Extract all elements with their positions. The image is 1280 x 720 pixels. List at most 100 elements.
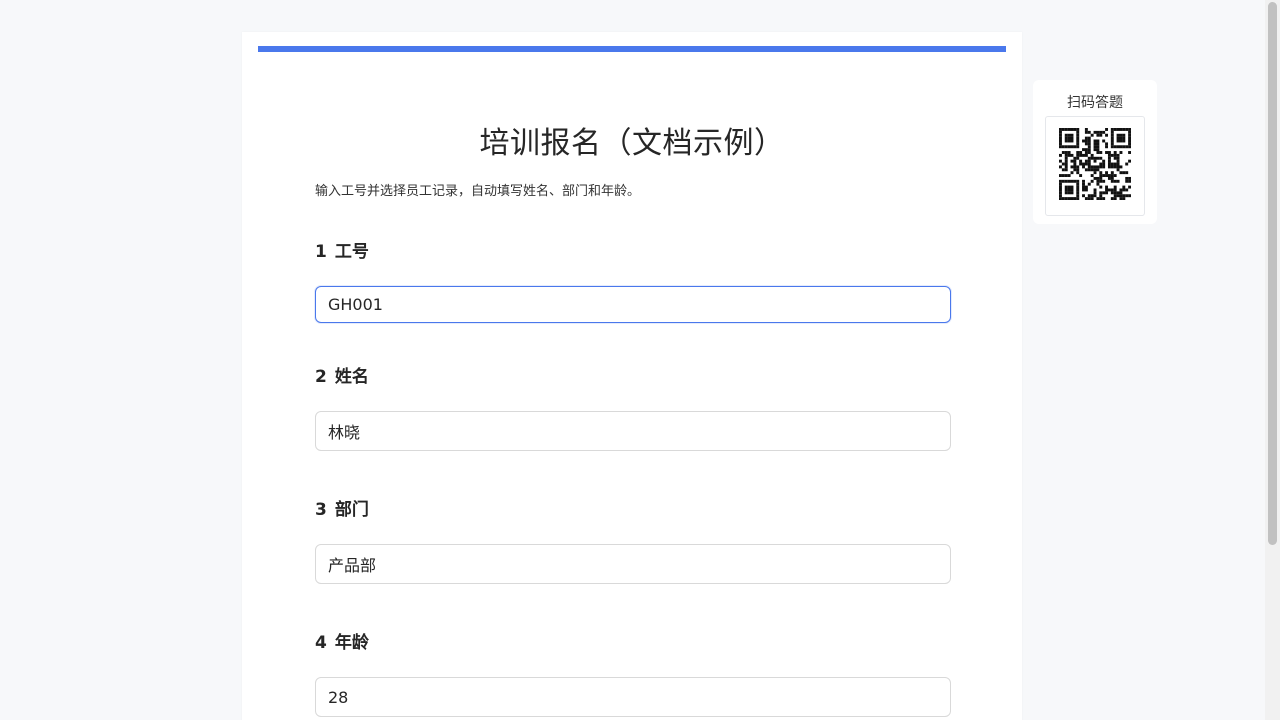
question-name: 2 姓名 — [315, 365, 951, 451]
qr-module — [1076, 128, 1080, 131]
qr-module — [1099, 165, 1103, 169]
qr-code-frame[interactable] — [1045, 116, 1145, 216]
qr-module — [1113, 179, 1117, 183]
qr-module — [1059, 194, 1062, 198]
question-number: 2 — [315, 367, 327, 387]
qr-module — [1067, 188, 1071, 192]
employee-id-input[interactable] — [315, 286, 951, 323]
qr-module — [1079, 162, 1083, 166]
qr-module — [1110, 162, 1114, 166]
page-viewport: 培训报名（文档示例） 输入工号并选择员工记录，自动填写姓名、部门和年龄。 1 工… — [0, 0, 1280, 720]
qr-module — [1064, 179, 1068, 183]
qr-module — [1119, 139, 1123, 143]
qr-module — [1102, 197, 1106, 200]
qr-module — [1116, 165, 1120, 169]
qr-module — [1105, 145, 1109, 149]
qr-module — [1070, 133, 1074, 137]
qr-module — [1113, 174, 1117, 178]
form-card: 培训报名（文档示例） 输入工号并选择员工记录，自动填写姓名、部门和年龄。 1 工… — [242, 32, 1022, 720]
qr-module — [1116, 139, 1120, 143]
qr-module — [1087, 136, 1091, 140]
age-input[interactable] — [315, 677, 951, 717]
qr-module — [1073, 159, 1077, 163]
qr-module — [1128, 159, 1131, 163]
qr-module — [1073, 168, 1077, 172]
qr-module — [1099, 174, 1103, 178]
qr-module — [1116, 162, 1120, 166]
qr-module — [1125, 128, 1129, 131]
qr-module — [1082, 139, 1085, 143]
qr-module — [1087, 168, 1091, 172]
scrollbar-thumb[interactable] — [1268, 2, 1277, 545]
qr-module — [1084, 139, 1088, 143]
qr-module — [1076, 130, 1080, 134]
qr-module — [1093, 145, 1097, 149]
qr-module — [1128, 128, 1131, 131]
qr-module — [1116, 145, 1120, 149]
qr-module — [1070, 179, 1074, 183]
form-accent-bar — [258, 46, 1006, 52]
qr-module — [1070, 136, 1074, 140]
qr-module — [1084, 130, 1088, 134]
question-number: 1 — [315, 242, 327, 262]
qr-module — [1064, 159, 1068, 163]
qr-module — [1061, 128, 1065, 131]
qr-module — [1099, 179, 1103, 183]
qr-module — [1128, 176, 1131, 180]
qr-module — [1082, 162, 1085, 166]
qr-module — [1064, 153, 1068, 157]
qr-module — [1061, 197, 1065, 200]
qr-module — [1059, 165, 1062, 169]
qr-module — [1119, 171, 1123, 175]
qr-module — [1067, 174, 1071, 178]
qr-module — [1107, 176, 1111, 180]
qr-module — [1128, 151, 1131, 154]
qr-module — [1087, 165, 1091, 169]
qr-module — [1076, 136, 1080, 140]
qr-module — [1076, 188, 1080, 192]
qr-module — [1073, 162, 1077, 166]
qr-module — [1107, 153, 1111, 157]
qr-module — [1061, 145, 1065, 149]
qr-module — [1099, 185, 1103, 189]
qr-module — [1110, 142, 1114, 146]
qr-module — [1113, 165, 1117, 169]
qr-module — [1059, 182, 1062, 186]
qr-module — [1064, 139, 1068, 143]
department-input[interactable] — [315, 544, 951, 584]
qr-module — [1070, 197, 1074, 200]
scrollbar[interactable] — [1265, 0, 1280, 720]
qr-module — [1084, 148, 1088, 152]
name-input[interactable] — [315, 411, 951, 451]
qr-module — [1070, 145, 1074, 149]
qr-module — [1087, 162, 1091, 166]
qr-module — [1064, 185, 1068, 189]
qr-module — [1125, 171, 1129, 175]
question-title: 年龄 — [334, 633, 369, 653]
qr-module — [1090, 197, 1094, 200]
qr-module — [1082, 185, 1085, 189]
qr-module — [1059, 128, 1062, 131]
qr-module — [1093, 139, 1097, 143]
qr-module — [1128, 194, 1131, 198]
qr-module — [1107, 159, 1111, 163]
qr-module — [1070, 171, 1074, 175]
qr-module — [1087, 197, 1091, 200]
qr-module — [1122, 133, 1126, 137]
qr-module — [1125, 179, 1129, 183]
qr-module — [1087, 159, 1091, 163]
qr-module — [1084, 185, 1088, 189]
qr-module — [1076, 139, 1080, 143]
qr-module — [1093, 159, 1097, 163]
qr-module — [1116, 191, 1120, 195]
qr-module — [1076, 191, 1080, 195]
qr-module — [1105, 174, 1109, 178]
qr-module — [1110, 133, 1114, 137]
qr-module — [1128, 139, 1131, 143]
qr-module — [1096, 197, 1100, 200]
qr-module — [1116, 136, 1120, 140]
qr-module — [1113, 145, 1117, 149]
qr-module — [1084, 142, 1088, 146]
qr-module — [1096, 130, 1100, 134]
qr-module — [1105, 142, 1109, 146]
